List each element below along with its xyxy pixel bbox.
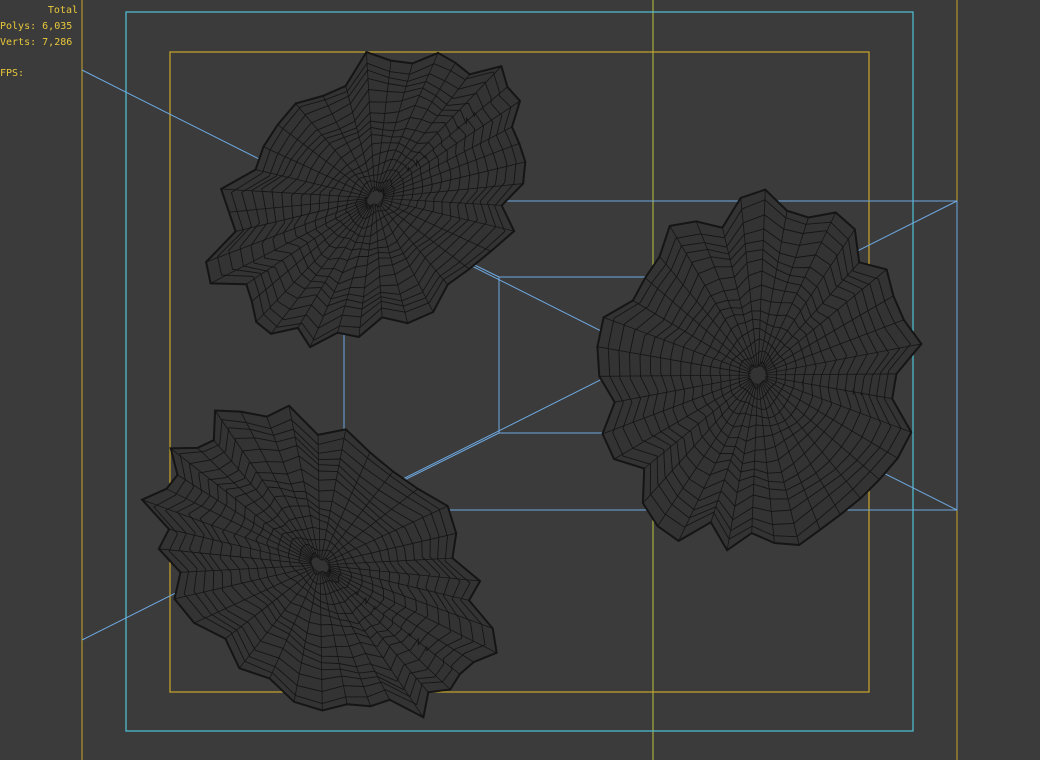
polys-label: Polys: [0, 21, 37, 32]
verts-label: Verts: [0, 37, 37, 48]
stats-total-label: Total [47, 5, 78, 16]
3d-viewport[interactable]: Total Polys: 6,035 Verts: 7,286 FPS: [0, 0, 1040, 760]
viewport-scene[interactable] [0, 0, 1040, 760]
verts-value: 7,286 [42, 37, 73, 48]
polys-value: 6,035 [42, 21, 73, 32]
stats-fps: FPS: [0, 66, 78, 82]
rock-mesh[interactable] [140, 404, 498, 719]
viewport-statistics: Total Polys: 6,035 Verts: 7,286 FPS: [0, 3, 78, 82]
rock-mesh[interactable] [205, 50, 527, 349]
stats-verts: Verts: 7,286 [0, 35, 78, 51]
fps-label: FPS: [0, 68, 25, 79]
stats-polys: Polys: 6,035 [0, 19, 78, 35]
